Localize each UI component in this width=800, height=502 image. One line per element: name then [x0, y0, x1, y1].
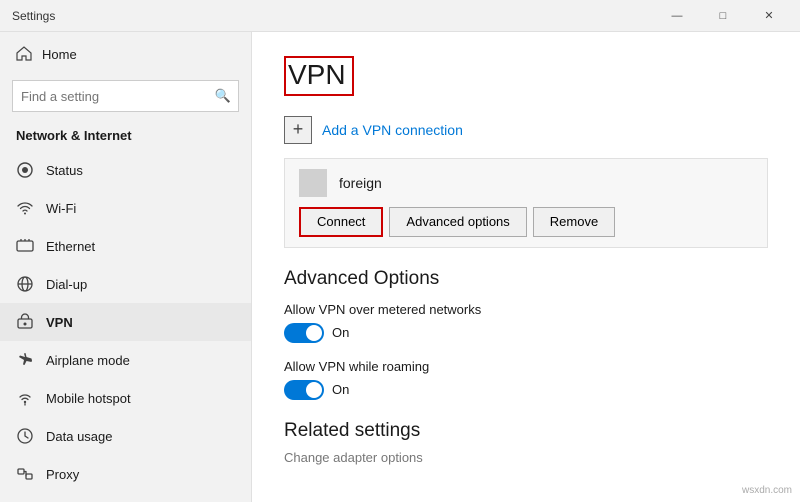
maximize-button[interactable]: □ [700, 0, 746, 32]
vpn-icon [16, 313, 34, 331]
ethernet-icon [16, 237, 34, 255]
advanced-options-button[interactable]: Advanced options [389, 207, 526, 237]
sidebar-label-hotspot: Mobile hotspot [46, 391, 131, 406]
proxy-icon [16, 465, 34, 483]
sidebar-item-datausage[interactable]: Data usage [0, 417, 251, 455]
add-vpn-row[interactable]: + Add a VPN connection [284, 116, 768, 144]
roaming-toggle-row: On [284, 380, 768, 400]
search-input[interactable] [12, 80, 239, 112]
metered-toggle-label: On [332, 325, 349, 340]
connect-button[interactable]: Connect [299, 207, 383, 237]
vpn-entry-name: foreign [339, 175, 382, 191]
advanced-options-title: Advanced Options [284, 268, 768, 290]
sidebar-label-dialup: Dial-up [46, 277, 87, 292]
related-settings-title: Related settings [284, 420, 768, 442]
sidebar: Home 🔍 Network & Internet Status [0, 32, 252, 502]
roaming-toggle-label: On [332, 382, 349, 397]
vpn-entry-buttons: Connect Advanced options Remove [299, 207, 753, 237]
sidebar-item-ethernet[interactable]: Ethernet [0, 227, 251, 265]
sidebar-item-airplane[interactable]: Airplane mode [0, 341, 251, 379]
metered-toggle[interactable] [284, 323, 324, 343]
settings-window: Settings — □ ✕ Home 🔍 Network & Internet [0, 0, 800, 502]
metered-toggle-row: On [284, 323, 768, 343]
title-bar: Settings — □ ✕ [0, 0, 800, 32]
window-controls: — □ ✕ [654, 0, 792, 32]
sidebar-label-vpn: VPN [46, 315, 73, 330]
roaming-label: Allow VPN while roaming [284, 359, 768, 374]
add-vpn-label: Add a VPN connection [322, 122, 463, 138]
home-label: Home [42, 47, 77, 62]
metered-networks-option: Allow VPN over metered networks On [284, 302, 768, 343]
sidebar-item-dialup[interactable]: Dial-up [0, 265, 251, 303]
vpn-entry-name-row: foreign [299, 169, 753, 197]
sidebar-item-proxy[interactable]: Proxy [0, 455, 251, 493]
sidebar-label-datausage: Data usage [46, 429, 113, 444]
sidebar-item-hotspot[interactable]: Mobile hotspot [0, 379, 251, 417]
search-icon: 🔍 [215, 88, 231, 104]
main-content: VPN + Add a VPN connection foreign Conne… [252, 32, 800, 502]
datausage-icon [16, 427, 34, 445]
wifi-icon [16, 199, 34, 217]
sidebar-item-vpn[interactable]: VPN [0, 303, 251, 341]
status-icon [16, 161, 34, 179]
window-title: Settings [12, 9, 55, 23]
roaming-option: Allow VPN while roaming On [284, 359, 768, 400]
dialup-icon [16, 275, 34, 293]
sidebar-label-status: Status [46, 163, 83, 178]
add-vpn-icon: + [284, 116, 312, 144]
sidebar-label-proxy: Proxy [46, 467, 79, 482]
hotspot-icon [16, 389, 34, 407]
vpn-entry-icon [299, 169, 327, 197]
metered-networks-label: Allow VPN over metered networks [284, 302, 768, 317]
minimize-button[interactable]: — [654, 0, 700, 32]
roaming-toggle[interactable] [284, 380, 324, 400]
sidebar-search: 🔍 [12, 80, 239, 112]
sidebar-label-airplane: Airplane mode [46, 353, 130, 368]
sidebar-item-status[interactable]: Status [0, 151, 251, 189]
sidebar-section-title: Network & Internet [0, 122, 251, 151]
sidebar-label-ethernet: Ethernet [46, 239, 95, 254]
change-adapter-options-link[interactable]: Change adapter options [284, 450, 768, 465]
app-body: Home 🔍 Network & Internet Status [0, 32, 800, 502]
page-title: VPN [284, 56, 354, 96]
sidebar-item-home[interactable]: Home [0, 32, 251, 76]
sidebar-item-wifi[interactable]: Wi-Fi [0, 189, 251, 227]
airplane-icon [16, 351, 34, 369]
sidebar-label-wifi: Wi-Fi [46, 201, 76, 216]
vpn-entry: foreign Connect Advanced options Remove [284, 158, 768, 248]
close-button[interactable]: ✕ [746, 0, 792, 32]
home-icon [16, 46, 32, 62]
remove-button[interactable]: Remove [533, 207, 615, 237]
watermark: wsxdn.com [742, 485, 792, 496]
